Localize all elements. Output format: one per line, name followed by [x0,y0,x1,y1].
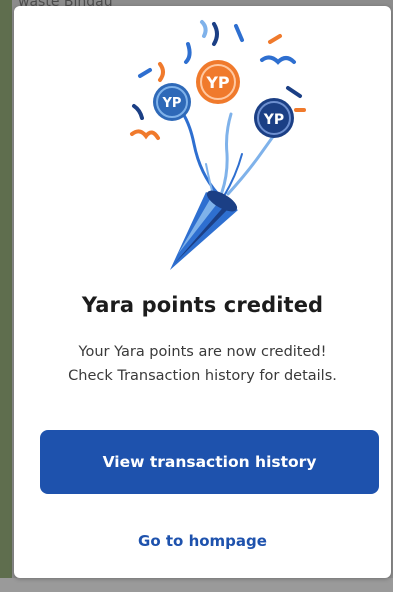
dialog-message: Your Yara points are now credited! Check… [14,340,391,388]
background-strip [0,0,12,592]
message-line: Check Transaction history for details. [68,368,337,384]
go-to-homepage-link[interactable]: Go to hompage [14,532,391,550]
background-bottom [0,578,393,592]
svg-text:YP: YP [263,112,284,128]
coin-right-icon: YP [254,98,294,138]
dialog-title: Yara points credited [81,293,324,317]
party-popper-icon: YP YP YP [130,20,306,270]
message-line: Your Yara points are now credited! [78,344,327,360]
svg-text:YP: YP [162,96,182,111]
coin-left-icon: YP [153,83,191,121]
svg-text:YP: YP [205,73,230,92]
popper-cone-icon [170,190,238,270]
coin-center-icon: YP [196,60,240,104]
points-credited-dialog: YP YP YP Yara points credited Your Yara … [14,6,391,578]
view-transaction-history-button[interactable]: View transaction history [40,430,379,494]
